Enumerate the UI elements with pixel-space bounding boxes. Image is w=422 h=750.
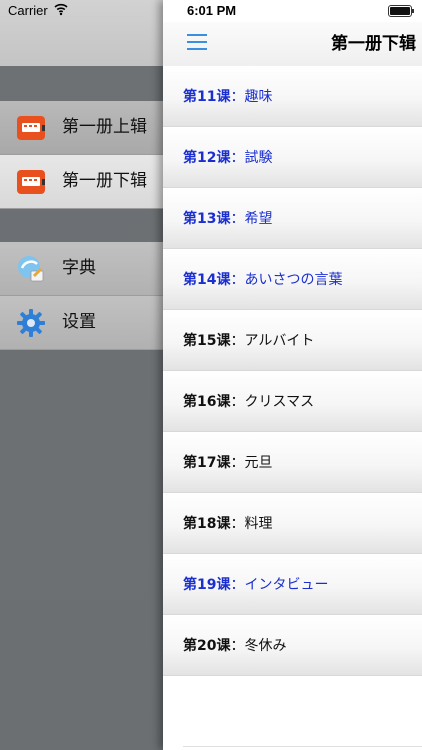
lesson-separator: ： [230, 394, 245, 410]
lesson-label: 第19课：インタビュー [183, 574, 328, 594]
lesson-label: 第11课：趣味 [183, 86, 272, 106]
main-panel: 6:01 PM 第一册下辑 第11课：趣味 第12课：試験 第13课：希望 第14课：… [163, 0, 422, 750]
nav-bar: 第一册下辑 [163, 22, 422, 67]
list-divider [183, 746, 422, 747]
menu-item-settings[interactable]: 设置 [0, 296, 170, 350]
gear-icon [17, 309, 45, 337]
side-drawer: Carrier 第一册上辑 第一册下辑 字典 设置 [0, 0, 170, 750]
lesson-row[interactable]: 第17课：元旦 [163, 432, 422, 493]
dictionary-icon [18, 256, 44, 282]
lesson-row[interactable]: 第15课：アルバイト [163, 310, 422, 371]
lesson-row[interactable]: 第11课：趣味 [163, 66, 422, 127]
lesson-row[interactable]: 第14课：あいさつの言葉 [163, 249, 422, 310]
status-bar: 6:01 PM [163, 0, 422, 22]
lesson-row[interactable]: 第20课：冬休み [163, 615, 422, 676]
lesson-separator: ： [230, 516, 245, 532]
lesson-label: 第17课：元旦 [183, 452, 272, 472]
lesson-label: 第13课：希望 [183, 208, 272, 228]
lesson-title: 希望 [244, 211, 273, 227]
battery-icon [388, 5, 414, 17]
lesson-number: 第20课 [183, 638, 231, 654]
lesson-list: 第11课：趣味 第12课：試験 第13课：希望 第14课：あいさつの言葉 第15课：アル… [163, 66, 422, 676]
lesson-separator: ： [230, 333, 245, 349]
page-title: 第一册下辑 [331, 34, 416, 54]
menu-item-label: 设置 [62, 312, 96, 332]
lesson-label: 第15课：アルバイト [183, 330, 314, 350]
lesson-label: 第20课：冬休み [183, 635, 286, 655]
lesson-number: 第11课 [183, 89, 231, 105]
menu-item-label: 第一册下辑 [62, 171, 147, 191]
lesson-row[interactable]: 第13课：希望 [163, 188, 422, 249]
battery-level [390, 7, 410, 15]
drawer-status-bar: Carrier [0, 0, 170, 66]
lesson-number: 第18课 [183, 516, 231, 532]
lesson-separator: ： [230, 638, 245, 654]
menu-item-dictionary[interactable]: 字典 [0, 242, 170, 296]
lesson-row[interactable]: 第18课：料理 [163, 493, 422, 554]
lesson-title: 料理 [244, 516, 273, 532]
lesson-label: 第18课：料理 [183, 513, 272, 533]
lesson-title: インタビュー [244, 577, 329, 593]
lesson-row[interactable]: 第16课：クリスマス [163, 371, 422, 432]
menu-item-label: 第一册上辑 [62, 117, 147, 137]
carrier-label: Carrier [8, 3, 48, 18]
lesson-separator: ： [230, 577, 245, 593]
lesson-row[interactable]: 第19课：インタビュー [163, 554, 422, 615]
lesson-title: 冬休み [244, 638, 287, 654]
status-time: 6:01 PM [187, 3, 237, 18]
lesson-number: 第14课 [183, 272, 231, 288]
lesson-label: 第14课：あいさつの言葉 [183, 269, 342, 289]
book-menu: 第一册上辑 第一册下辑 [0, 101, 170, 209]
lesson-number: 第13课 [183, 211, 231, 227]
lesson-number: 第15课 [183, 333, 231, 349]
lesson-title: クリスマス [244, 394, 315, 410]
lesson-number: 第17课 [183, 455, 231, 471]
lesson-number: 第19课 [183, 577, 231, 593]
book-icon [17, 116, 45, 140]
tools-menu: 字典 设置 [0, 242, 170, 350]
lesson-title: あいさつの言葉 [244, 272, 343, 288]
lesson-label: 第12课：試験 [183, 147, 272, 167]
lesson-separator: ： [230, 150, 245, 166]
lesson-separator: ： [230, 89, 245, 105]
lesson-number: 第16课 [183, 394, 231, 410]
lesson-row[interactable]: 第12课：試験 [163, 127, 422, 188]
lesson-title: アルバイト [244, 333, 315, 349]
menu-item-book-1-lower[interactable]: 第一册下辑 [0, 155, 170, 209]
lesson-separator: ： [230, 272, 245, 288]
lesson-title: 元旦 [244, 455, 273, 471]
lesson-label: 第16课：クリスマス [183, 391, 314, 411]
lesson-separator: ： [230, 455, 245, 471]
lesson-title: 試験 [244, 150, 273, 166]
book-icon [17, 170, 45, 194]
menu-item-label: 字典 [62, 258, 96, 278]
lesson-separator: ： [230, 211, 245, 227]
wifi-icon [54, 3, 68, 16]
hamburger-icon[interactable] [187, 34, 207, 50]
lesson-title: 趣味 [244, 89, 273, 105]
lesson-number: 第12课 [183, 150, 231, 166]
menu-item-book-1-upper[interactable]: 第一册上辑 [0, 101, 170, 155]
